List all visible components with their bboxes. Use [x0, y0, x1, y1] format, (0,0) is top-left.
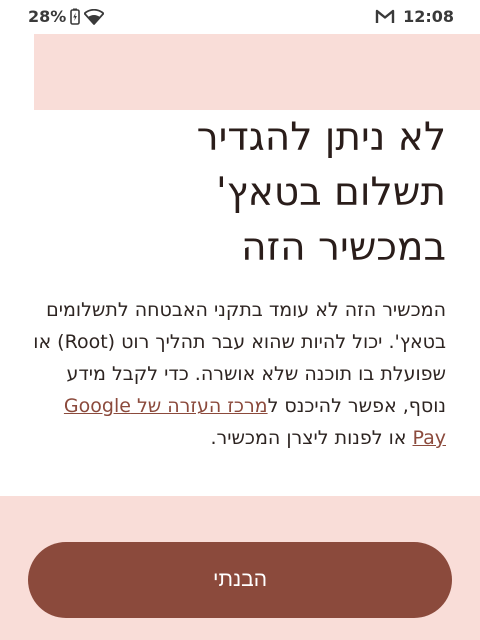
title-line-1: לא ניתן להגדיר: [196, 115, 446, 160]
status-time: 12:08: [403, 7, 454, 26]
gmail-icon: [375, 9, 395, 24]
battery-charging-icon: [70, 8, 81, 25]
status-left: 28%: [28, 7, 105, 26]
battery-percent: 28%: [28, 7, 67, 26]
top-tint-band: [34, 34, 480, 121]
title-line-3: במכשיר הזה: [241, 225, 446, 270]
status-bar: 28% 12:08: [0, 0, 480, 34]
body-text-part-2: או לפנות ליצרן המכשיר.: [210, 427, 413, 449]
got-it-button[interactable]: הבנתי: [28, 542, 452, 618]
status-right: 12:08: [375, 7, 454, 26]
title-line-2: תשלום בטאץ': [215, 170, 446, 215]
dialog-title: לא ניתן להגדיר תשלום בטאץ' במכשיר הזה: [26, 110, 446, 275]
dialog-body: המכשיר הזה לא עומד בתקני האבטחה לתשלומים…: [26, 294, 446, 454]
dialog-content: לא ניתן להגדיר תשלום בטאץ' במכשיר הזה המ…: [0, 110, 480, 496]
wifi-icon: [84, 8, 105, 25]
